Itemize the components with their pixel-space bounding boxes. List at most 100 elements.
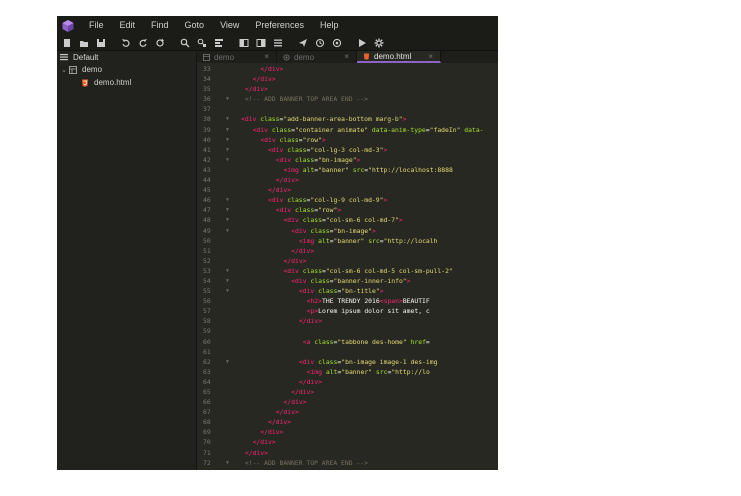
code-line[interactable]	[241, 347, 498, 357]
fold-arrow-icon[interactable]: ▼	[226, 145, 229, 155]
fold-arrow-icon[interactable]: ▼	[226, 458, 229, 468]
fold-arrow-icon[interactable]: ▼	[226, 114, 229, 124]
code-line[interactable]: <div class="add-banner-area-bottom marg-…	[241, 114, 498, 124]
code-token: </div>	[283, 398, 307, 407]
code-line[interactable]: <div class="col-sm-6 col-md-5 col-sm-pul…	[241, 266, 498, 276]
code-line[interactable]: <h2>THE TRENDY 2016<span>BEAUTIF	[241, 296, 498, 306]
code-token: </div>	[260, 428, 284, 437]
code-line[interactable]: </div>	[241, 437, 498, 447]
fold-arrow-icon[interactable]: ▼	[226, 125, 229, 135]
code-line[interactable]: <div class="col-lg-3 col-md-3">	[241, 145, 498, 155]
code-line[interactable]: </div>	[241, 387, 498, 397]
menu-file[interactable]: File	[81, 16, 112, 35]
code-line[interactable]: <div class="row">	[241, 135, 498, 145]
code-line[interactable]: </div>	[241, 377, 498, 387]
search-button[interactable]	[178, 36, 192, 50]
refresh-button[interactable]	[153, 36, 167, 50]
code-line[interactable]: <div class="bn-image">	[241, 155, 498, 165]
fold-arrow-icon[interactable]: ▼	[226, 266, 229, 276]
split-left-button[interactable]	[237, 36, 251, 50]
tab-label: demo	[294, 52, 315, 62]
tab-demo-2[interactable]: demo ×	[277, 51, 357, 63]
menu-help[interactable]: Help	[312, 16, 347, 35]
code-editor[interactable]: 33 34 35 36 ▼ 37 38 ▼ 39 ▼ 40 ▼ 41 ▼ 42 ▼ 43 44 45 46 ▼ 47 ▼ 48…	[197, 64, 498, 470]
open-folder-button[interactable]	[77, 36, 91, 50]
code-line[interactable]: </div>	[241, 256, 498, 266]
format-button[interactable]	[212, 36, 226, 50]
run-button[interactable]	[355, 36, 369, 50]
gear-button[interactable]	[372, 36, 386, 50]
code-line[interactable]: </div>	[241, 64, 498, 74]
menu-view[interactable]: View	[212, 16, 247, 35]
fold-arrow-icon[interactable]: ▼	[226, 195, 229, 205]
undo-button[interactable]	[119, 36, 133, 50]
fold-arrow-icon[interactable]: ▼	[226, 357, 229, 367]
code-line[interactable]: </div>	[241, 407, 498, 417]
tab-close-icon[interactable]: ×	[344, 51, 349, 63]
fold-arrow-icon[interactable]: ▼	[226, 276, 229, 286]
code-line[interactable]: </div>	[241, 84, 498, 94]
menu-edit[interactable]: Edit	[112, 16, 144, 35]
code-line[interactable]: <img alt="banner" src="http://localh	[241, 236, 498, 246]
tree-file-demo-html[interactable]: demo.html	[57, 76, 196, 89]
tree-folder-demo[interactable]: ⌄ demo	[57, 63, 196, 76]
code-line[interactable]: </div>	[241, 175, 498, 185]
code-line[interactable]: <img alt="banner" src="http://lo	[241, 367, 498, 377]
save-button[interactable]	[94, 36, 108, 50]
fold-arrow-icon[interactable]: ▼	[226, 205, 229, 215]
code-line[interactable]: </div>	[241, 448, 498, 458]
code-line[interactable]: <div class="container animate" data-anim…	[241, 125, 498, 135]
code-line[interactable]: </div>	[241, 316, 498, 326]
send-button[interactable]	[296, 36, 310, 50]
tab-demo-1[interactable]: demo ×	[197, 51, 277, 63]
code-token: "http://lo	[391, 367, 430, 376]
code-line[interactable]: <div class="bn-image image-1 des-img	[241, 357, 498, 367]
fold-arrow-icon[interactable]: ▼	[226, 94, 229, 104]
redo-button[interactable]	[136, 36, 150, 50]
code-line[interactable]: <div class="col-sm-6 col-md-7">	[241, 215, 498, 225]
code-line[interactable]: <div class="bn-image">	[241, 226, 498, 236]
code-line[interactable]	[241, 326, 498, 336]
code-line[interactable]: </div>	[241, 74, 498, 84]
code-token: "bn-title"	[341, 287, 380, 296]
fold-arrow-icon[interactable]: ▼	[226, 286, 229, 296]
code-line[interactable]: <div class="banner-inner-info">	[241, 276, 498, 286]
tab-close-icon[interactable]: ×	[428, 51, 433, 63]
menu-find[interactable]: Find	[143, 16, 177, 35]
fold-arrow-icon[interactable]: ▼	[226, 155, 229, 165]
code-line[interactable]: <div class="col-lg-9 col-md-9">	[241, 195, 498, 205]
code-area[interactable]: </div> </div> </div> <!-- ADD BANNER TOP AR…	[241, 64, 498, 468]
project-header[interactable]: Default	[57, 51, 196, 63]
code-line[interactable]: <p>Lorem ipsum dolor sit amet, c	[241, 306, 498, 316]
plugin-button[interactable]	[330, 36, 344, 50]
code-line[interactable]: </div>	[241, 185, 498, 195]
code-line[interactable]: </div>	[241, 427, 498, 437]
code-line[interactable]: <!-- ADD BANNER TOP AREA END -->	[241, 94, 498, 104]
fold-arrow-icon[interactable]: ▼	[226, 226, 229, 236]
menu-goto[interactable]: Goto	[177, 16, 213, 35]
tab-demo-html[interactable]: demo.html ×	[357, 51, 441, 63]
fold-arrow-icon[interactable]: ▼	[226, 215, 229, 225]
tab-close-icon[interactable]: ×	[264, 51, 269, 63]
line-number-text: 39	[203, 125, 211, 134]
fold-arrow-icon[interactable]: ▼	[226, 135, 229, 145]
code-line[interactable]: </div>	[241, 417, 498, 427]
code-line[interactable]	[241, 104, 498, 114]
split-right-button[interactable]	[254, 36, 268, 50]
line-number: 46 ▼	[197, 195, 231, 205]
list-button[interactable]	[271, 36, 285, 50]
code-token: </div>	[298, 317, 322, 326]
code-line[interactable]: <!-- ADD BANNER TOP AREA END -->	[241, 458, 498, 468]
code-line[interactable]: <div class="bn-title">	[241, 286, 498, 296]
find-replace-button[interactable]	[195, 36, 209, 50]
code-line[interactable]: <img alt="banner" src="http://localhost:…	[241, 165, 498, 175]
code-line[interactable]: </div>	[241, 397, 498, 407]
code-line[interactable]: </div>	[241, 246, 498, 256]
new-file-button[interactable]	[60, 36, 74, 50]
menu-preferences[interactable]: Preferences	[247, 16, 312, 35]
line-number-text: 49	[203, 226, 211, 235]
history-button[interactable]	[313, 36, 327, 50]
code-token: "banner-inner-info"	[333, 276, 407, 285]
code-line[interactable]: <a class="tabbone des-home" href=	[241, 337, 498, 347]
code-line[interactable]: <div class="row">	[241, 205, 498, 215]
